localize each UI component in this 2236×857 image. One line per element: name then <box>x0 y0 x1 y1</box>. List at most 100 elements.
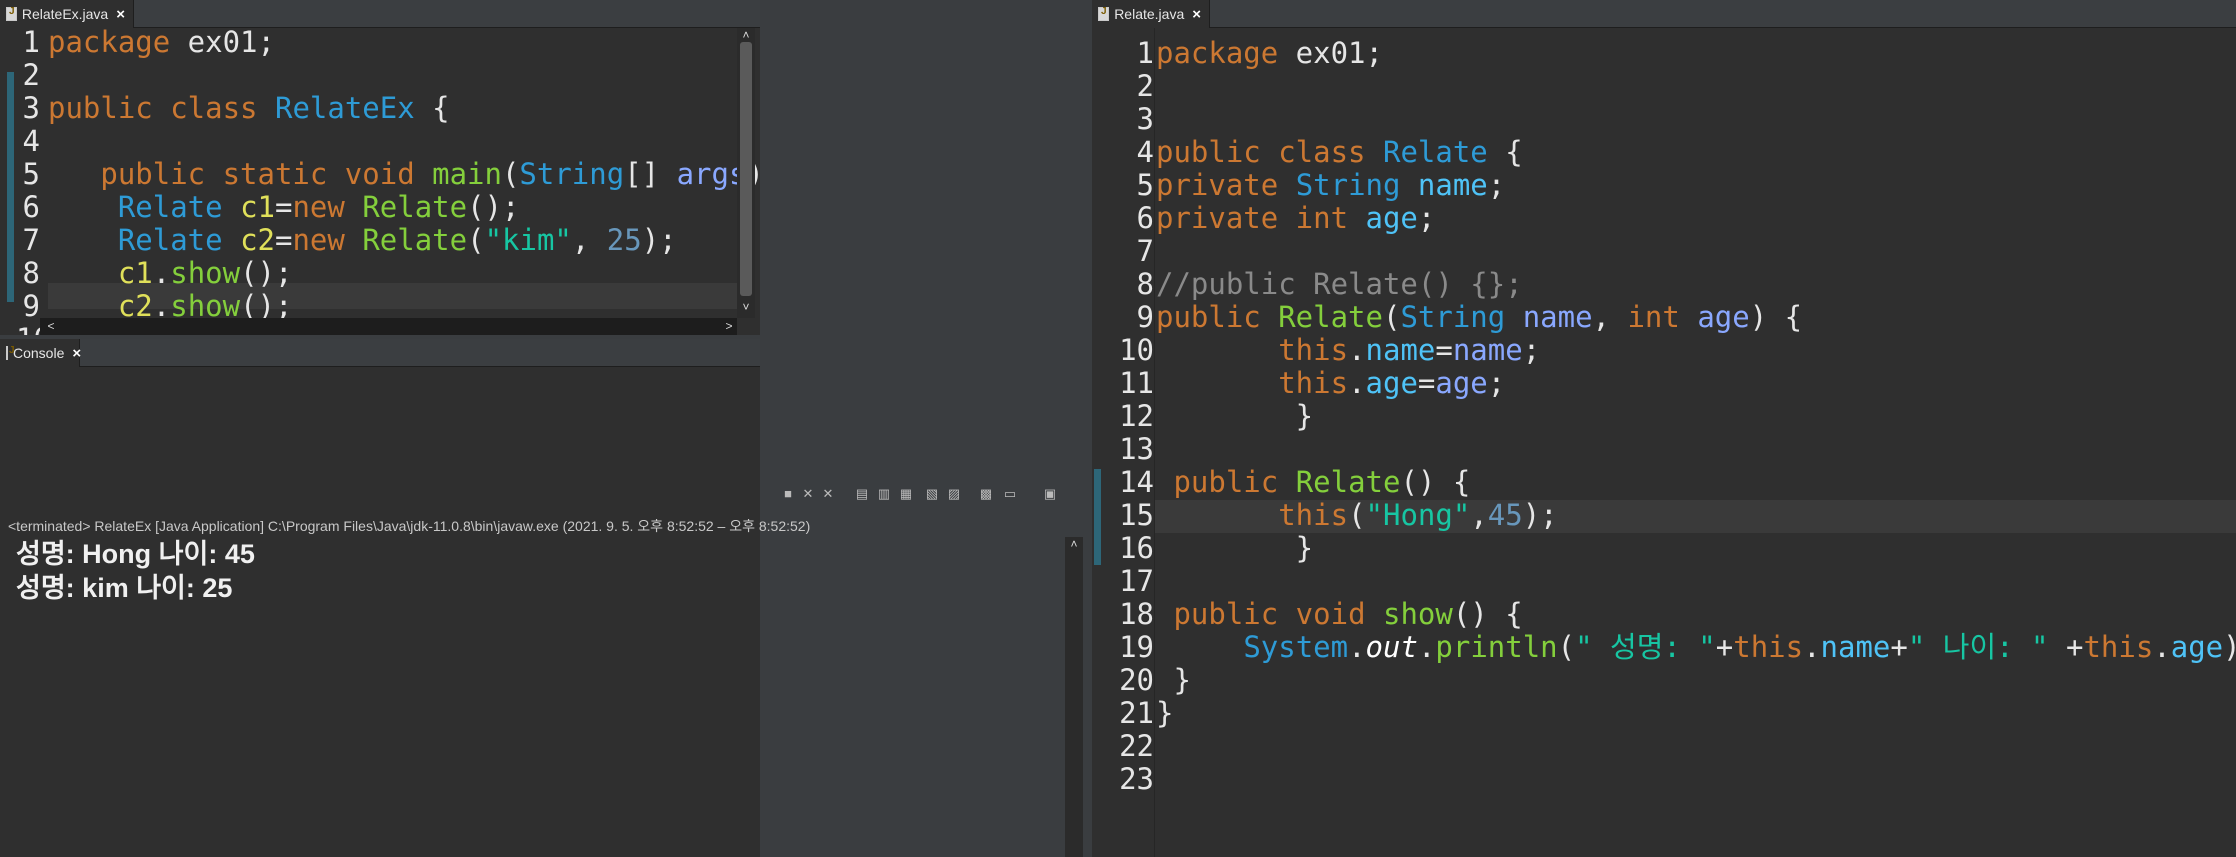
code-line[interactable]: System.out.println(" 성명: "+this.name+" 나… <box>1156 631 2236 664</box>
code-line[interactable]: this.age=age; <box>1156 367 2236 400</box>
code-line[interactable]: Relate c1=new Relate(); <box>48 191 760 224</box>
code-line[interactable]: } <box>1156 400 2236 433</box>
scroll-right-icon[interactable]: > <box>720 319 738 333</box>
code-line[interactable]: private String name; <box>1156 169 2236 202</box>
code-line[interactable]: public class RelateEx { <box>48 92 760 125</box>
left-editor-tabbar: RelateEx.java × <box>0 0 760 28</box>
close-icon[interactable]: × <box>1192 6 1201 23</box>
code-line[interactable] <box>48 125 760 158</box>
line-number: 5 <box>1136 168 1154 202</box>
code-line[interactable]: public Relate() { <box>1156 466 2236 499</box>
code-line[interactable]: } <box>1156 664 2236 697</box>
terminate-icon[interactable]: ■ <box>781 487 795 501</box>
line-number: 5 <box>22 157 40 191</box>
code-line[interactable] <box>1156 565 2236 598</box>
console-output[interactable]: 성명: Hong 나이: 45 성명: kim 나이: 25 <box>16 537 255 605</box>
line-number: 10 <box>16 323 51 336</box>
word-wrap-icon[interactable]: ▦ <box>899 487 913 501</box>
tab-label: Relate.java <box>1114 6 1185 22</box>
code-area[interactable]: package ex01; public class RelateEx { pub… <box>48 26 760 336</box>
code-token: c1 <box>117 256 153 290</box>
show-on-output-icon[interactable]: ▧ <box>925 487 939 501</box>
code-token: . <box>1417 630 1436 664</box>
code-token: args <box>676 157 747 191</box>
code-token: () { <box>1400 465 1471 499</box>
scroll-down-icon[interactable]: ˅ <box>737 300 755 314</box>
code-token: "Hong" <box>1365 498 1471 532</box>
code-token: = <box>275 190 293 224</box>
code-token: } <box>1156 663 1191 697</box>
close-icon[interactable]: × <box>72 345 81 362</box>
console-tabbar: Console × <box>0 339 760 367</box>
code-token: name <box>1365 333 1436 367</box>
code-token: System <box>1243 630 1349 664</box>
code-line[interactable] <box>1156 235 2236 268</box>
code-line[interactable] <box>1156 763 2236 796</box>
code-line[interactable]: c1.show(); <box>48 257 760 290</box>
code-line[interactable]: package ex01; <box>1156 37 2236 70</box>
scroll-left-icon[interactable]: < <box>42 319 60 333</box>
code-token: age <box>1365 366 1418 400</box>
line-number: 15 <box>1119 498 1154 532</box>
code-token: Relate <box>362 190 468 224</box>
code-token: = <box>275 223 293 257</box>
code-area[interactable]: package ex01; public class Relate {privat… <box>1156 37 2236 796</box>
code-line[interactable]: //public Relate() {}; <box>1156 268 2236 301</box>
java-file-icon <box>1098 6 1110 21</box>
code-line[interactable]: public class Relate { <box>1156 136 2236 169</box>
code-line[interactable]: package ex01; <box>48 26 760 59</box>
code-token: , <box>1470 498 1488 532</box>
code-line[interactable] <box>1156 730 2236 763</box>
code-line[interactable]: public Relate(String name, int age) { <box>1156 301 2236 334</box>
code-token: age <box>1697 300 1750 334</box>
pin-console-icon[interactable]: ▩ <box>979 487 993 501</box>
code-token: name <box>1522 300 1593 334</box>
code-line[interactable]: } <box>1156 697 2236 730</box>
console-vertical-scrollbar[interactable]: ˄ <box>1065 537 1083 857</box>
console-status: <terminated> RelateEx [Java Application]… <box>8 518 811 534</box>
line-number: 19 <box>1119 630 1154 664</box>
code-token: show <box>1382 597 1453 631</box>
vertical-scrollbar[interactable]: ˄ ˅ <box>737 28 755 318</box>
code-line[interactable]: this.name=name; <box>1156 334 2236 367</box>
display-console-icon[interactable]: ▭ <box>1003 487 1017 501</box>
line-number: 1 <box>1136 36 1154 70</box>
code-line[interactable]: } <box>1156 532 2236 565</box>
scroll-up-icon[interactable]: ˄ <box>737 28 755 42</box>
right-editor-pane: Relate.java × 12345678910111213141516171… <box>1092 0 2236 857</box>
tab-relate-java[interactable]: Relate.java × <box>1092 0 1210 28</box>
code-line[interactable] <box>1156 433 2236 466</box>
code-token: + <box>1715 630 1734 664</box>
scroll-lock-icon[interactable]: ▥ <box>877 487 891 501</box>
code-token: + <box>2048 630 2084 664</box>
code-token: public <box>1173 465 1296 499</box>
line-number: 21 <box>1119 696 1154 730</box>
code-line[interactable]: private int age; <box>1156 202 2236 235</box>
tab-console[interactable]: Console × <box>0 339 81 367</box>
code-token: ( <box>467 223 485 257</box>
code-token: " 성명: " <box>1575 630 1716 664</box>
code-token: public class <box>1156 135 1383 169</box>
code-token: ex01; <box>170 25 275 59</box>
code-line[interactable] <box>48 59 760 92</box>
clear-console-icon[interactable]: ▤ <box>855 487 869 501</box>
remove-all-icon[interactable]: ✕ <box>821 487 835 501</box>
code-line[interactable] <box>1156 70 2236 103</box>
show-on-error-icon[interactable]: ▨ <box>947 487 961 501</box>
close-icon[interactable]: × <box>116 6 125 23</box>
horizontal-scrollbar[interactable]: < > <box>40 318 737 335</box>
code-token: name <box>1417 168 1488 202</box>
tab-relateex-java[interactable]: RelateEx.java × <box>0 0 134 28</box>
code-line[interactable]: public static void main(String[] args) { <box>48 158 760 191</box>
code-line[interactable] <box>1156 103 2236 136</box>
code-token: , <box>1592 300 1628 334</box>
code-line[interactable]: this("Hong",45); <box>1156 499 2236 532</box>
scroll-thumb[interactable] <box>740 42 752 296</box>
remove-launch-icon[interactable]: ✕ <box>801 487 815 501</box>
scroll-up-icon[interactable]: ˄ <box>1065 537 1083 551</box>
code-line[interactable]: Relate c2=new Relate("kim", 25); <box>48 224 760 257</box>
open-console-icon[interactable]: ▣ <box>1043 487 1057 501</box>
code-line[interactable]: public void show() { <box>1156 598 2236 631</box>
